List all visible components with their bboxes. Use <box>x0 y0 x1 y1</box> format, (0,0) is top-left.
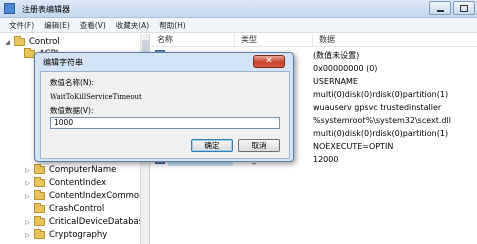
expand-arrow-icon[interactable]: ▷ <box>24 180 31 187</box>
menu-favorites[interactable]: 收藏夹(A) <box>111 20 154 31</box>
tree-item-computername[interactable]: ▷ ComputerName <box>24 164 116 176</box>
expand-arrow-icon[interactable]: ▷ <box>24 219 31 226</box>
folder-icon <box>34 229 45 239</box>
column-data-header[interactable]: 数据 <box>313 34 477 46</box>
tree-item-label: ComputerName <box>49 165 117 175</box>
maximize-icon <box>460 5 468 12</box>
menu-bar: 文件(F) 编辑(E) 查看(V) 收藏夹(A) 帮助(H) <box>0 18 477 33</box>
value-data: USERNAME <box>313 77 358 86</box>
column-name-header[interactable]: 名称 <box>151 34 235 46</box>
value-data: 12000 <box>313 155 339 164</box>
tree-item-control[interactable]: ◢ Control <box>4 36 60 48</box>
maximize-button[interactable] <box>453 1 475 15</box>
minimize-icon <box>437 10 444 12</box>
menu-file[interactable]: 文件(F) <box>4 20 39 31</box>
folder-icon <box>34 190 45 200</box>
value-data: wuauserv gpsvc trustedinstaller <box>313 103 442 112</box>
tree-item-cryptography[interactable]: ▷ Cryptography <box>24 229 107 241</box>
tree-item-label: ContentIndex <box>49 178 107 188</box>
value-data: 0x00000000 (0) <box>313 64 378 73</box>
folder-icon <box>34 164 45 174</box>
value-name-field: WaitToKillServiceTimeout <box>50 93 142 101</box>
value-data: (数值未设置) <box>313 51 360 60</box>
dialog-close-button[interactable]: ✕ <box>253 55 285 68</box>
folder-icon <box>34 203 45 213</box>
folder-icon <box>34 216 45 226</box>
minimize-button[interactable] <box>429 1 451 15</box>
menu-view[interactable]: 查看(V) <box>75 20 111 31</box>
dialog-body: 数值名称(N): WaitToKillServiceTimeout 数值数据(V… <box>40 71 290 159</box>
menu-help[interactable]: 帮助(H) <box>154 20 191 31</box>
dialog-title: 编辑字符串 <box>43 58 83 67</box>
tree-item-label: Cryptography <box>49 230 108 240</box>
column-type-header[interactable]: 类型 <box>235 34 313 46</box>
tree-item-contentindexcommon[interactable]: ▷ ContentIndexCommon <box>24 190 145 202</box>
tree-item-contentindex[interactable]: ▷ ContentIndex <box>24 177 106 189</box>
ok-button[interactable]: 确定 <box>191 139 233 152</box>
close-icon: ✕ <box>265 56 273 66</box>
window-titlebar: 注册表编辑器 <box>0 0 477 18</box>
folder-icon <box>14 36 25 46</box>
menu-edit[interactable]: 编辑(E) <box>39 20 75 31</box>
folder-icon <box>34 177 45 187</box>
tree-item-label: CriticalDeviceDatabase <box>49 217 149 227</box>
tree-item-label: Control <box>29 37 60 47</box>
list-header: 名称 类型 数据 <box>151 34 477 47</box>
value-name-label: 数值名称(N): <box>50 78 94 87</box>
window-title: 注册表编辑器 <box>22 5 70 14</box>
regedit-icon <box>4 3 15 14</box>
expand-arrow-icon[interactable]: ▷ <box>24 193 31 200</box>
value-data: multi(0)disk(0)rdisk(0)partition(1) <box>313 129 449 138</box>
tree-item-criticaldevicedatabase[interactable]: ▷ CriticalDeviceDatabase <box>24 216 148 228</box>
value-data-label: 数值数据(V): <box>50 106 94 115</box>
expand-arrow-icon[interactable]: ▷ <box>24 232 31 239</box>
collapse-arrow-icon[interactable]: ◢ <box>4 39 11 46</box>
value-data: NOEXECUTE=OPTIN <box>313 142 394 151</box>
dialog-titlebar[interactable]: 编辑字符串 ✕ <box>35 53 293 70</box>
tree-item-label: ContentIndexCommon <box>49 191 145 201</box>
cancel-button[interactable]: 取消 <box>238 139 280 152</box>
tree-item-crashcontrol[interactable]: CrashControl <box>24 203 104 215</box>
edit-string-dialog: 编辑字符串 ✕ 数值名称(N): WaitToKillServiceTimeou… <box>34 52 294 162</box>
expand-arrow-icon[interactable]: ▷ <box>24 167 31 174</box>
tree-item-label: CrashControl <box>49 204 105 214</box>
value-data: %systemroot%\system32\scext.dll <box>313 116 451 125</box>
value-data-input[interactable]: 1000 <box>50 117 280 129</box>
window-controls <box>429 1 475 16</box>
value-data: multi(0)disk(0)rdisk(0)partition(1) <box>313 90 449 99</box>
